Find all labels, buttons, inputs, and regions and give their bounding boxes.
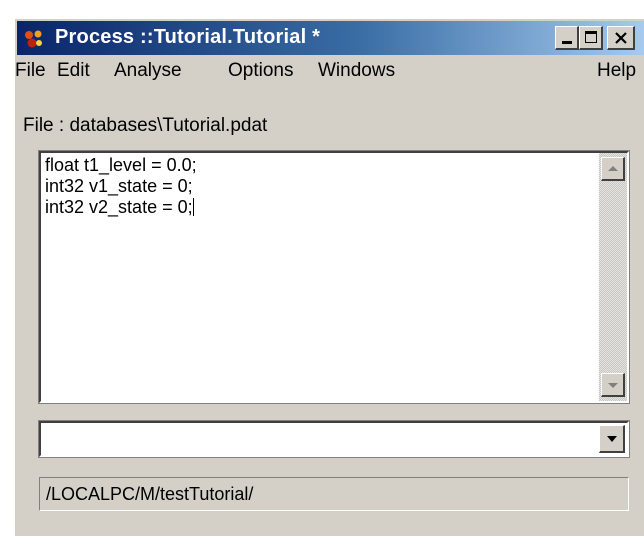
- title-bar[interactable]: Process ::Tutorial.Tutorial *: [17, 21, 644, 55]
- close-button[interactable]: [607, 26, 635, 50]
- menu-analyse[interactable]: Analyse: [114, 60, 182, 82]
- path-status-text: /LOCALPC/M/testTutorial/: [46, 484, 254, 504]
- editor-line-1: float t1_level = 0.0;: [45, 155, 197, 175]
- editor-line-2: int32 v1_state = 0;: [45, 176, 193, 196]
- window-title: Process ::Tutorial.Tutorial *: [55, 26, 321, 48]
- maximize-icon: [585, 31, 597, 43]
- chevron-down-icon: [607, 436, 617, 442]
- menu-edit[interactable]: Edit: [57, 60, 90, 82]
- close-icon: [612, 29, 630, 47]
- command-combobox[interactable]: [38, 420, 630, 458]
- editor-vertical-scrollbar[interactable]: [599, 153, 627, 401]
- menu-bar: File Edit Analyse Options Windows Help: [15, 57, 644, 87]
- process-app-icon[interactable]: [23, 28, 43, 48]
- text-caret: [192, 198, 194, 216]
- menu-help[interactable]: Help: [597, 60, 636, 82]
- editor-line-3: int32 v2_state = 0;: [45, 197, 597, 218]
- minimize-button[interactable]: [555, 26, 579, 50]
- editor-content[interactable]: float t1_level = 0.0; int32 v1_state = 0…: [45, 155, 597, 218]
- process-window: Process ::Tutorial.Tutorial * File Edit …: [14, 18, 644, 536]
- file-path-label: File : databases\Tutorial.pdat: [23, 115, 268, 136]
- editor-line-3-text: int32 v2_state = 0;: [45, 197, 193, 217]
- combobox-dropdown-button[interactable]: [599, 425, 625, 453]
- minimize-icon: [562, 41, 572, 44]
- code-editor[interactable]: float t1_level = 0.0; int32 v1_state = 0…: [38, 150, 630, 404]
- scroll-up-button[interactable]: [601, 157, 625, 181]
- menu-file[interactable]: File: [15, 60, 46, 82]
- scroll-down-arrow-icon: [608, 383, 618, 388]
- scroll-down-button[interactable]: [601, 373, 625, 397]
- path-status-bar: /LOCALPC/M/testTutorial/: [39, 477, 629, 511]
- scroll-up-arrow-icon: [608, 166, 618, 171]
- maximize-button[interactable]: [579, 26, 603, 50]
- menu-windows[interactable]: Windows: [318, 60, 395, 82]
- menu-options[interactable]: Options: [228, 60, 293, 82]
